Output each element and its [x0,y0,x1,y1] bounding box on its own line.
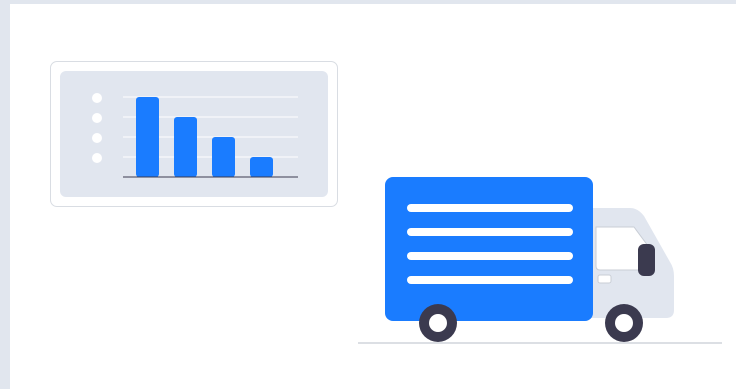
truck-mirror [638,244,655,276]
rear-wheel-hub [429,314,447,332]
bar-chart [92,93,298,178]
legend-dot [92,93,102,103]
illustration-canvas [10,4,736,389]
chart-bar [250,157,273,177]
delivery-truck-icon [358,177,722,344]
legend-dot [92,113,102,123]
chart-card [50,61,338,207]
truck-cargo-box [385,177,593,321]
chart-panel [60,71,328,197]
cargo-line [407,252,573,260]
chart-bar [212,137,235,177]
chart-bar [174,117,197,177]
legend-dot [92,133,102,143]
chart-bar [136,97,159,177]
cargo-line [407,228,573,236]
front-wheel-hub [615,314,633,332]
cargo-line [407,204,573,212]
legend-dot [92,153,102,163]
cargo-line [407,276,573,284]
truck-headlight [597,274,612,284]
